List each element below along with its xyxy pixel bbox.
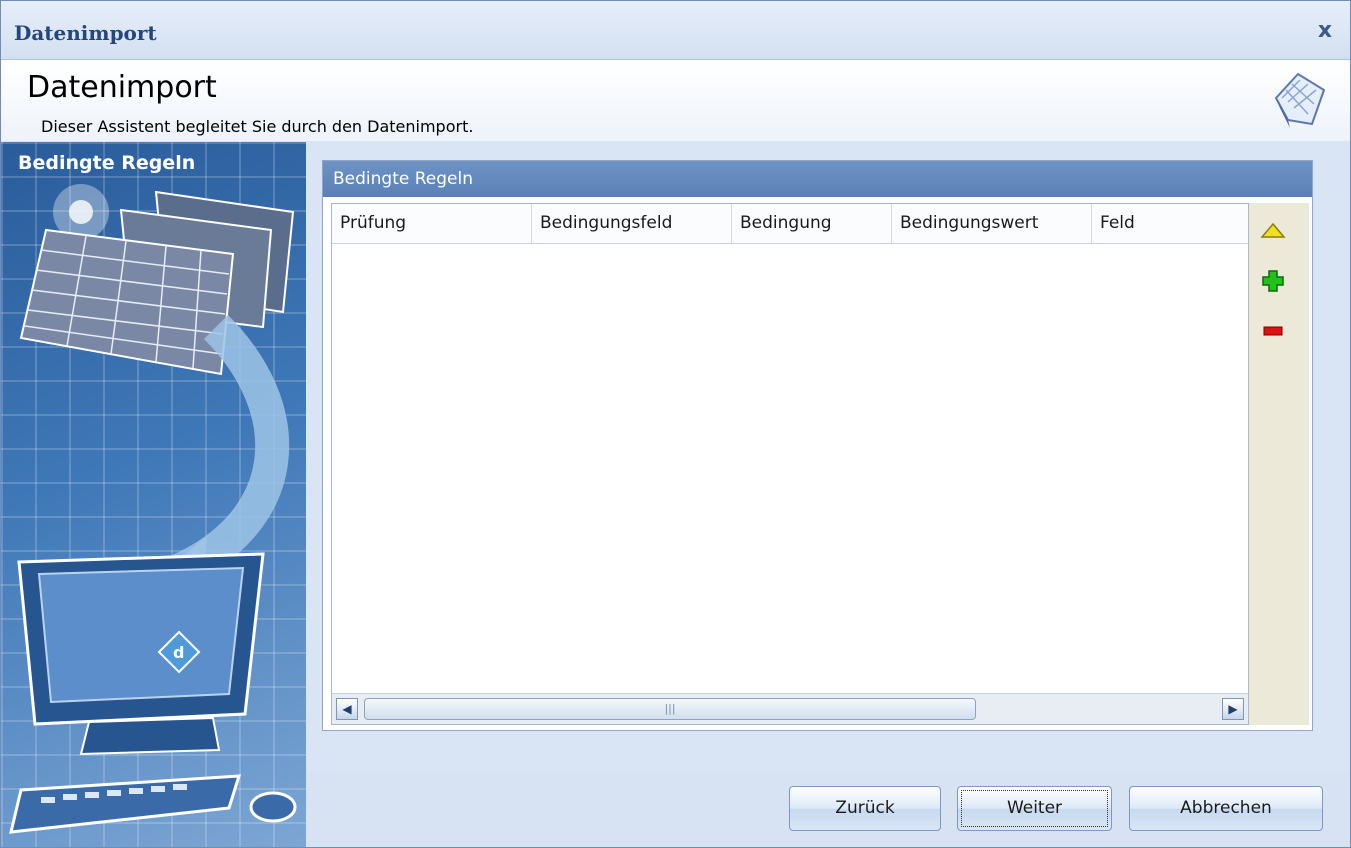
- wizard-sidebar: d Bedingte Regeln: [1, 142, 306, 847]
- page-subtitle: Dieser Assistent begleitet Sie durch den…: [41, 117, 474, 136]
- rules-grid[interactable]: Prüfung Bedingungsfeld Bedingung Bedingu…: [331, 203, 1249, 725]
- panel-title: Bedingte Regeln: [323, 161, 1312, 197]
- wizard-logo-icon: [1274, 72, 1326, 128]
- cancel-button[interactable]: Abbrechen: [1129, 786, 1323, 831]
- column-header-bedingungswert[interactable]: Bedingungswert: [892, 204, 1092, 243]
- wizard-button-bar: Zurück Weiter Abbrechen: [306, 771, 1350, 847]
- add-icon[interactable]: [1259, 269, 1287, 293]
- remove-icon[interactable]: [1259, 319, 1287, 343]
- window-title: Datenimport: [14, 21, 157, 45]
- import-illustration: d: [9, 184, 297, 834]
- move-up-icon[interactable]: [1259, 219, 1287, 243]
- column-header-feld[interactable]: Feld: [1092, 204, 1248, 243]
- column-header-bedingungsfeld[interactable]: Bedingungsfeld: [532, 204, 732, 243]
- rules-toolbar: [1249, 203, 1309, 725]
- scrollbar-thumb[interactable]: |||: [364, 698, 976, 720]
- next-button[interactable]: Weiter: [957, 786, 1112, 831]
- column-header-bedingung[interactable]: Bedingung: [732, 204, 892, 243]
- column-headers: Prüfung Bedingungsfeld Bedingung Bedingu…: [332, 204, 1248, 244]
- close-button[interactable]: x: [1314, 20, 1336, 43]
- horizontal-scrollbar[interactable]: ◀ ||| ▶: [332, 693, 1248, 724]
- svg-text:d: d: [173, 643, 184, 662]
- rules-panel: Bedingte Regeln Prüfung Bedingungsfeld B…: [322, 160, 1313, 731]
- page-title: Datenimport: [27, 70, 217, 105]
- sidebar-title: Bedingte Regeln: [18, 152, 196, 174]
- title-bar[interactable]: Datenimport x: [1, 1, 1350, 60]
- scroll-right-button[interactable]: ▶: [1222, 698, 1244, 720]
- scroll-left-button[interactable]: ◀: [336, 698, 358, 720]
- import-wizard-window: Datenimport x Datenimport Dieser Assiste…: [0, 0, 1351, 848]
- column-header-pruefung[interactable]: Prüfung: [332, 204, 532, 243]
- back-button[interactable]: Zurück: [789, 786, 941, 831]
- wizard-header: Datenimport Dieser Assistent begleitet S…: [1, 60, 1350, 141]
